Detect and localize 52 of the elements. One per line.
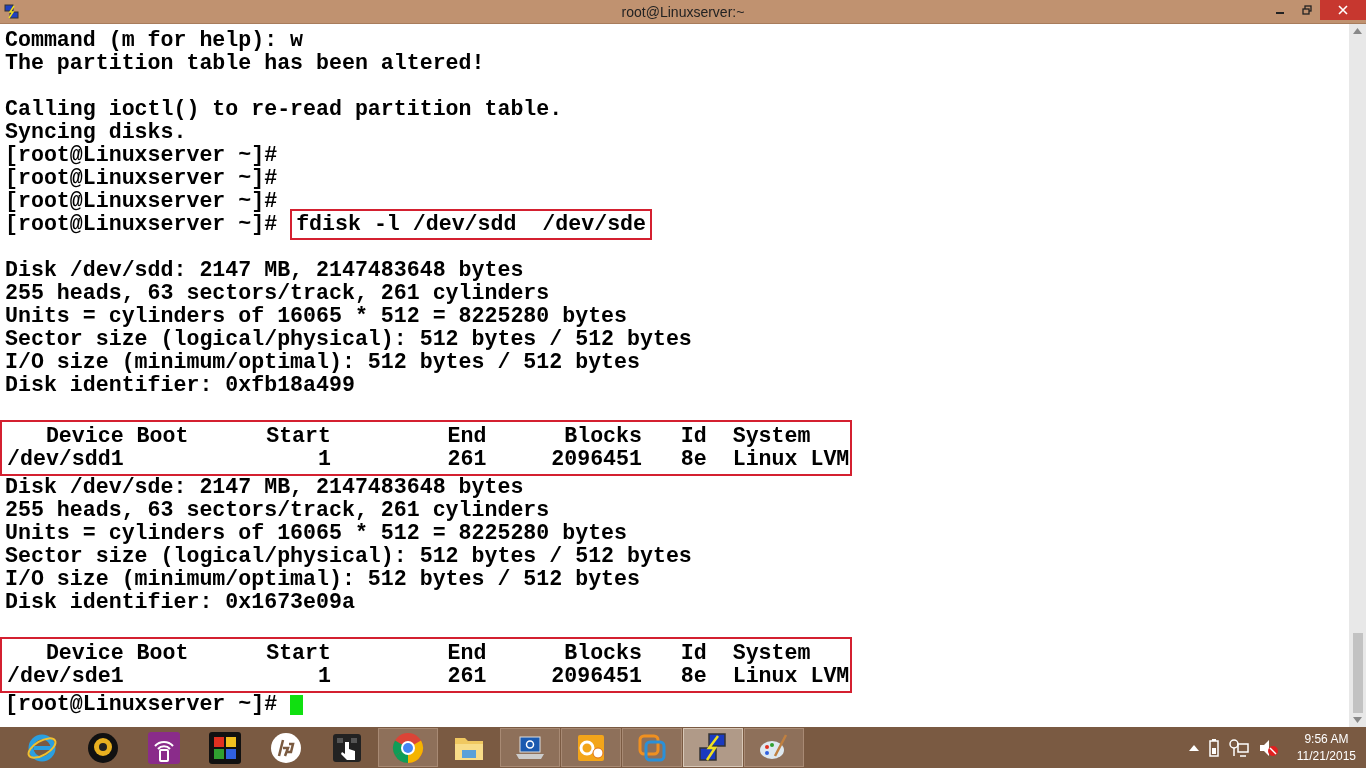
shell-prompt: [root@Linuxserver ~]#: [5, 693, 278, 716]
terminal-line: [root@Linuxserver ~]#: [5, 190, 279, 213]
terminal-line: Disk identifier: 0x1673e09a: [5, 591, 356, 614]
taskbar-app-button[interactable]: [683, 728, 743, 767]
terminal-line: Calling ioctl() to re-read partition table.: [5, 98, 564, 121]
partition-table-line: Device Boot Start End Blocks Id System: [44, 425, 812, 448]
terminal-line: I/O size (minimum/optimal): 512 bytes / 512 bytes: [5, 568, 641, 591]
touch-hand-icon: [331, 731, 363, 764]
terminal-line: 255 heads, 63 sectors/track, 261 cylinders: [5, 499, 551, 522]
terminal-line: Sector size (logical/physical): 512 bytes / 512 bytes: [5, 545, 693, 568]
clock-time: 9:56 AM: [1304, 730, 1349, 748]
network-icon[interactable]: [1228, 738, 1249, 757]
highlighted-command: fdisk -l /dev/sdd /dev/sde: [290, 209, 653, 240]
text-cursor: [290, 694, 304, 715]
terminal-line: 255 heads, 63 sectors/track, 261 cylinders: [5, 282, 551, 305]
terminal-line: Sector size (logical/physical): 512 bytes / 512 bytes: [5, 328, 693, 351]
terminal-line: The partition table has been altered!: [5, 52, 486, 75]
partition-table-line: /dev/sde1 1 261 2096451 8e Linux LVM: [7, 665, 850, 688]
terminal-app-icon: [697, 731, 729, 764]
clock-date: 11/21/2015: [1296, 747, 1356, 765]
shell-prompt: [root@Linuxserver ~]#: [5, 213, 278, 236]
chrome-icon: [392, 731, 424, 764]
terminal-line: Units = cylinders of 16065 * 512 = 8225280 bytes: [5, 305, 628, 328]
terminal-line: Units = cylinders of 16065 * 512 = 8225280 bytes: [5, 522, 628, 545]
hp-logo-icon: [270, 731, 302, 764]
webcam-icon: [87, 731, 119, 764]
terminal-line: Syncing disks.: [5, 121, 188, 144]
terminal-app-icon: [4, 3, 20, 20]
restore-icon: [1301, 5, 1312, 15]
puzzle-icon: [209, 731, 241, 764]
close-button[interactable]: [1320, 0, 1366, 20]
window-title: root@Linuxserver:~: [620, 3, 746, 20]
close-icon: [1338, 5, 1348, 15]
terminal-line: Disk /dev/sde: 2147 MB, 2147483648 bytes: [5, 476, 525, 499]
volume-muted-icon[interactable]: [1258, 738, 1279, 757]
terminal-line: Disk /dev/sdd: 2147 MB, 2147483648 bytes: [5, 259, 525, 282]
terminal-line: Disk identifier: 0xfb18a499: [5, 374, 356, 397]
battery-icon[interactable]: [1208, 738, 1219, 757]
scrollbar[interactable]: [1349, 24, 1366, 727]
scrollbar-thumb[interactable]: [1352, 633, 1363, 713]
minimize-icon: [1275, 12, 1284, 14]
partition-table-line: Device Boot Start End Blocks Id System: [44, 642, 812, 665]
partition-table-line: /dev/sdd1 1 261 2096451 8e Linux LVM: [7, 448, 850, 471]
terminal-line: [root@Linuxserver ~]#: [5, 167, 279, 190]
terminal-line: I/O size (minimum/optimal): 512 bytes / 512 bytes: [5, 351, 641, 374]
show-hidden-icons-icon[interactable]: [1188, 744, 1199, 751]
scroll-down-arrow-icon[interactable]: [1353, 717, 1362, 723]
scroll-up-arrow-icon[interactable]: [1353, 28, 1362, 34]
wireless-display-icon: [148, 731, 180, 764]
clock[interactable]: 9:56 AM 11/21/2015: [1296, 730, 1356, 765]
terminal-line: [root@Linuxserver ~]#: [5, 144, 279, 167]
terminal-line: Command (m for help): w: [5, 29, 305, 52]
